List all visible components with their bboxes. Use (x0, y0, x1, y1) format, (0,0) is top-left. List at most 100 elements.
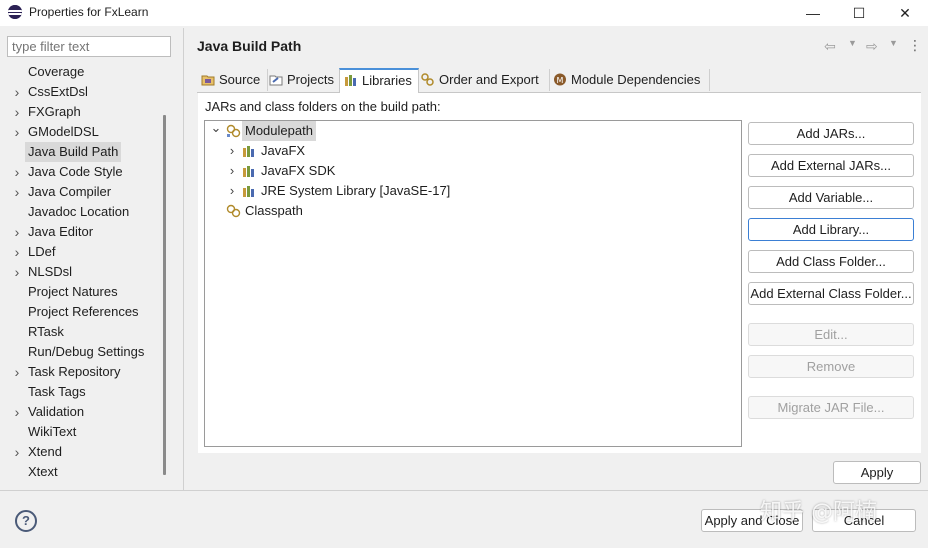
nav-item-label: Coverage (28, 64, 85, 79)
nav-item-xtext[interactable]: Xtext (0, 462, 160, 482)
expand-chevron-icon[interactable]: › (11, 182, 23, 202)
page-title: Java Build Path (197, 38, 302, 54)
nav-item-label: WikiText (28, 424, 77, 439)
tree-item-label: JRE System Library [JavaSE-17] (261, 183, 451, 198)
edit-button[interactable]: Edit... (748, 323, 914, 346)
add-class-folder-button[interactable]: Add Class Folder... (748, 250, 914, 273)
expand-chevron-icon[interactable]: ⌄ (210, 118, 222, 138)
library-icon (243, 166, 254, 177)
nav-item-cssextdsl[interactable]: › CssExtDsl (0, 82, 160, 102)
tab-module-dependencies-label: Module Dependencies (571, 72, 701, 87)
expand-chevron-icon[interactable]: › (11, 362, 23, 382)
filter-input[interactable] (7, 36, 171, 57)
nav-item-java-build-path[interactable]: Java Build Path (0, 142, 160, 162)
collapsed-chevron-icon[interactable]: › (226, 161, 238, 181)
add-library-button[interactable]: Add Library... (748, 218, 914, 241)
tab-projects-label: Projects (287, 72, 334, 87)
back-menu-chevron-icon[interactable]: ▼ (848, 38, 857, 48)
tab-strip: Source Projects Libraries Order and Expo… (197, 68, 921, 94)
nav-item-validation[interactable]: › Validation (0, 402, 160, 422)
eclipse-app-icon (8, 5, 22, 19)
nav-item-gmodeldsl[interactable]: › GModelDSL (0, 122, 160, 142)
nav-scrollbar[interactable] (163, 115, 166, 475)
expand-chevron-icon[interactable]: › (11, 102, 23, 122)
nav-item-label: Xtend (28, 444, 62, 459)
maximize-button[interactable]: ☐ (836, 0, 882, 26)
minimize-button[interactable]: — (790, 0, 836, 26)
nav-item-label: Xtext (28, 464, 58, 479)
nav-item-task-tags[interactable]: Task Tags (0, 382, 160, 402)
add-external-jars-button[interactable]: Add External JARs... (748, 154, 914, 177)
nav-item-nlsdsl[interactable]: › NLSDsl (0, 262, 160, 282)
tree-item-label: JavaFX (261, 143, 306, 158)
tab-order-and-export-label: Order and Export (439, 72, 539, 87)
nav-item-wikitext[interactable]: WikiText (0, 422, 160, 442)
add-variable-button[interactable]: Add Variable... (748, 186, 914, 209)
collapsed-chevron-icon[interactable]: › (226, 181, 238, 201)
expand-chevron-icon[interactable]: › (11, 82, 23, 102)
nav-item-label: GModelDSL (28, 124, 99, 139)
expand-chevron-icon[interactable]: › (11, 402, 23, 422)
expand-chevron-icon[interactable]: › (11, 242, 23, 262)
forward-menu-chevron-icon[interactable]: ▼ (889, 38, 898, 48)
nav-item-java-code-style[interactable]: › Java Code Style (0, 162, 160, 182)
tree-item-label: JavaFX SDK (261, 163, 336, 178)
back-arrow-icon[interactable]: ⇦ (824, 38, 836, 55)
collapsed-chevron-icon[interactable]: › (226, 141, 238, 161)
module-dependencies-icon: M (554, 73, 566, 86)
tab-module-dependencies[interactable]: M Module Dependencies (549, 69, 710, 91)
nav-item-label: Project References (28, 304, 139, 319)
nav-item-label: RTask (28, 324, 64, 339)
forward-arrow-icon[interactable]: ⇨ (866, 38, 878, 55)
nav-item-ldef[interactable]: › LDef (0, 242, 160, 262)
source-folder-icon (201, 75, 215, 86)
nav-item-xtend[interactable]: › Xtend (0, 442, 160, 462)
classpath-icon (226, 204, 241, 218)
build-path-tree[interactable]: ⌄ Modulepath › JavaFX › JavaFX SDK › JRE… (204, 120, 742, 447)
nav-item-javadoc-location[interactable]: Javadoc Location (0, 202, 160, 222)
remove-button[interactable]: Remove (748, 355, 914, 378)
modulepath-icon (226, 124, 241, 138)
expand-chevron-icon[interactable]: › (11, 442, 23, 462)
expand-chevron-icon[interactable]: › (11, 122, 23, 142)
nav-item-label: Project Natures (28, 284, 118, 299)
tab-libraries-label: Libraries (362, 73, 412, 88)
build-path-heading: JARs and class folders on the build path… (205, 99, 441, 114)
expand-chevron-icon[interactable]: › (11, 162, 23, 182)
nav-item-rtask[interactable]: RTask (0, 322, 160, 342)
library-icon (243, 186, 254, 197)
tab-projects[interactable]: Projects (265, 69, 342, 91)
watermark: 知乎 @阿楠 (760, 500, 877, 525)
nav-item-label: LDef (28, 244, 56, 259)
nav-item-java-compiler[interactable]: › Java Compiler (0, 182, 160, 202)
nav-item-run-debug-settings[interactable]: Run/Debug Settings (0, 342, 160, 362)
apply-button[interactable]: Apply (833, 461, 921, 484)
tab-source[interactable]: Source (197, 69, 268, 91)
add-jars-button[interactable]: Add JARs... (748, 122, 914, 145)
tab-source-label: Source (219, 72, 261, 87)
title-bar: Properties for FxLearn — ☐ ✕ (0, 0, 928, 26)
nav-item-coverage[interactable]: Coverage (0, 62, 160, 82)
migrate-jar-file-button[interactable]: Migrate JAR File... (748, 396, 914, 419)
nav-item-project-references[interactable]: Project References (0, 302, 160, 322)
more-options-icon[interactable]: ⋮ (908, 37, 922, 54)
expand-chevron-icon[interactable]: › (11, 222, 23, 242)
help-icon[interactable]: ? (15, 510, 37, 532)
window-title: Properties for FxLearn (29, 5, 149, 19)
nav-item-label: Java Build Path (25, 142, 122, 162)
close-button[interactable]: ✕ (882, 0, 928, 26)
order-export-icon (421, 73, 434, 86)
tab-libraries[interactable]: Libraries (339, 68, 419, 94)
tab-order-and-export[interactable]: Order and Export (417, 69, 550, 91)
nav-item-fxgraph[interactable]: › FXGraph (0, 102, 160, 122)
nav-item-java-editor[interactable]: › Java Editor (0, 222, 160, 242)
expand-chevron-icon[interactable]: › (11, 262, 23, 282)
nav-item-project-natures[interactable]: Project Natures (0, 282, 160, 302)
nav-item-label: Run/Debug Settings (28, 344, 145, 359)
splitter[interactable] (183, 28, 184, 490)
nav-item-label: Validation (28, 404, 85, 419)
property-page-tree: Coverage › CssExtDsl › FXGraph › GModelDSL Java… (0, 62, 178, 487)
projects-icon (269, 75, 283, 86)
add-external-class-folder-button[interactable]: Add External Class Folder... (748, 282, 914, 305)
nav-item-task-repository[interactable]: › Task Repository (0, 362, 160, 382)
